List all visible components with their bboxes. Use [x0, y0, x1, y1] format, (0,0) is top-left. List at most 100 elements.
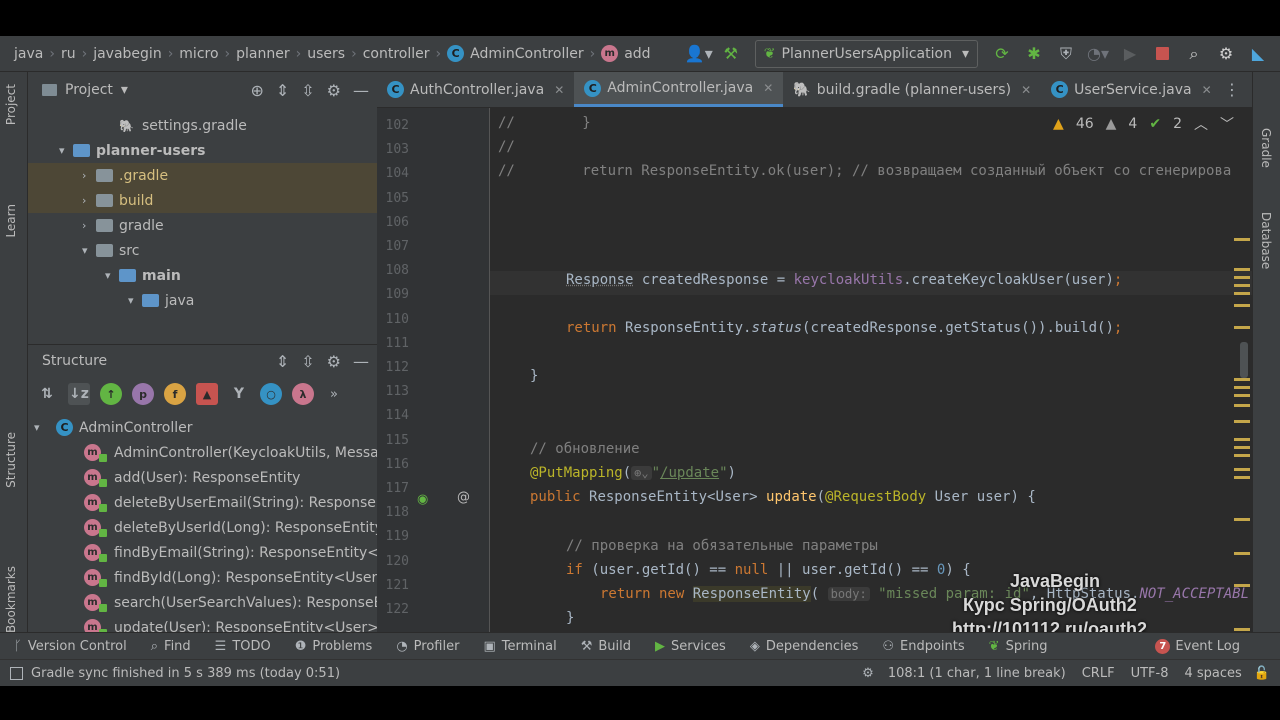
vertical-scrollbar[interactable]: [1240, 342, 1248, 378]
chevron-right-icon[interactable]: ›: [82, 169, 96, 182]
breadcrumb-admincontroller[interactable]: AdminController: [470, 46, 583, 62]
tool-todo[interactable]: ☰ TODO: [215, 639, 271, 654]
tool-endpoints[interactable]: ⚇ Endpoints: [882, 639, 964, 654]
breadcrumb-java[interactable]: java: [14, 46, 43, 62]
at-annotation-gutter-icon[interactable]: @: [457, 490, 470, 505]
locate-target-icon[interactable]: ⊕: [250, 81, 263, 100]
breadcrumb-javabegin[interactable]: javabegin: [93, 46, 161, 62]
breadcrumb-add[interactable]: add: [624, 46, 650, 62]
learn-side-tab[interactable]: Learn: [4, 204, 18, 238]
breadcrumb-controller[interactable]: controller: [363, 46, 430, 62]
project-tree-item[interactable]: 🐘 settings.gradle: [105, 113, 247, 138]
tool-build[interactable]: ⚒ Build: [581, 639, 631, 654]
rerun-icon[interactable]: ⟳: [988, 40, 1016, 68]
chevron-down-icon[interactable]: ▾: [82, 244, 96, 257]
status-message[interactable]: Gradle sync finished in 5 s 389 ms (toda…: [31, 666, 340, 681]
project-tree-item[interactable]: ▾ java: [128, 288, 194, 313]
project-tree-item[interactable]: › .gradle: [28, 163, 377, 188]
line-separator[interactable]: CRLF: [1082, 666, 1115, 681]
debug-bug-icon[interactable]: ✱: [1020, 40, 1048, 68]
breadcrumb-planner[interactable]: planner: [236, 46, 289, 62]
tool-profiler[interactable]: ◔ Profiler: [396, 639, 459, 654]
structure-member[interactable]: m deleteByUserId(Long): ResponseEntity: [84, 515, 377, 540]
search-icon[interactable]: ⌕: [1180, 40, 1208, 68]
tool-find[interactable]: ⌕ Find: [151, 639, 191, 654]
spring-endpoint-gutter-icon[interactable]: ◉: [417, 492, 428, 507]
collapse-all-icon[interactable]: ⇳: [301, 81, 314, 100]
anonymous-classes-icon[interactable]: ○: [260, 383, 282, 405]
expand-all-icon[interactable]: ⇕: [276, 352, 289, 371]
properties-icon[interactable]: p: [132, 383, 154, 405]
project-tree-item[interactable]: › gradle: [82, 213, 164, 238]
close-icon[interactable]: ✕: [554, 83, 564, 97]
panel-toggle-icon[interactable]: [10, 666, 23, 680]
non-public-lock-icon[interactable]: ▲: [196, 383, 218, 405]
sort-visibility-icon[interactable]: ⇅: [36, 383, 58, 405]
tool-version-control[interactable]: ᚴ Version Control: [14, 639, 127, 654]
gradle-side-tab[interactable]: Gradle: [1259, 128, 1273, 168]
chevron-right-icon[interactable]: ›: [82, 194, 96, 207]
close-icon[interactable]: ✕: [1021, 83, 1031, 97]
hide-panel-icon[interactable]: —: [353, 81, 369, 100]
code-editor[interactable]: ▲ 46 ▲ 4 ✔ 2 ︿ ﹀ // } // // return Response…: [490, 108, 1252, 668]
lock-icon[interactable]: 🔓: [1254, 666, 1270, 681]
structure-member[interactable]: m deleteByUserEmail(String): ResponseEnti…: [84, 490, 377, 515]
tool-spring[interactable]: ❦ Spring: [989, 639, 1048, 654]
tab-build-gradle[interactable]: 🐘 build.gradle (planner-users) ✕: [783, 72, 1041, 107]
chevron-down-icon[interactable]: ▾: [105, 269, 119, 282]
structure-member[interactable]: m AdminController(KeycloakUtils, MessageF: [84, 440, 377, 465]
file-encoding[interactable]: UTF-8: [1131, 666, 1169, 681]
structure-member[interactable]: m findById(Long): ResponseEntity<User>: [84, 565, 377, 590]
build-hammer-icon[interactable]: ⚒: [717, 40, 745, 68]
project-tree-item[interactable]: ▾ planner-users: [59, 138, 205, 163]
project-panel-title[interactable]: Project: [65, 82, 113, 98]
tool-services[interactable]: ▶ Services: [655, 639, 726, 654]
caret-position[interactable]: 108:1 (1 char, 1 line break): [888, 666, 1066, 681]
close-icon[interactable]: ✕: [1202, 83, 1212, 97]
user-icon[interactable]: 👤▾: [685, 40, 713, 68]
settings-gear-icon[interactable]: ⚙: [327, 352, 341, 371]
close-icon[interactable]: ✕: [763, 81, 773, 95]
project-tree-item[interactable]: › build: [28, 188, 377, 213]
structure-member[interactable]: m update(User): ResponseEntity<User>: [84, 615, 377, 632]
run-icon[interactable]: ▶: [1116, 40, 1144, 68]
chevron-down-icon[interactable]: ▾: [128, 294, 142, 307]
navigate-icon[interactable]: Y: [228, 383, 250, 405]
profile-icon[interactable]: ◔▾: [1084, 40, 1112, 68]
tab-authcontroller[interactable]: C AuthController.java ✕: [377, 72, 574, 107]
chevron-down-icon[interactable]: ﹀: [1220, 114, 1234, 134]
tab-userservice[interactable]: C UserService.java ✕: [1041, 72, 1222, 107]
chevron-down-icon[interactable]: ▾: [59, 144, 73, 157]
project-tree-item[interactable]: ▾ main: [105, 263, 181, 288]
tool-problems[interactable]: ❶ Problems: [295, 639, 373, 654]
sort-alpha-icon[interactable]: ↓z: [68, 383, 90, 405]
chevron-up-icon[interactable]: ︿: [1194, 114, 1208, 134]
indent-setting[interactable]: 4 spaces: [1184, 666, 1241, 681]
structure-class-row[interactable]: ▾ C AdminController: [34, 415, 192, 440]
breadcrumb-micro[interactable]: micro: [179, 46, 218, 62]
fields-icon[interactable]: f: [164, 383, 186, 405]
gradle-sync-icon[interactable]: ⚙: [862, 666, 874, 681]
inspection-widget[interactable]: ▲ 46 ▲ 4 ✔ 2 ︿ ﹀: [1053, 108, 1234, 140]
hide-panel-icon[interactable]: —: [353, 352, 369, 371]
settings-gear-icon[interactable]: ⚙: [1212, 40, 1240, 68]
settings-gear-icon[interactable]: ⚙: [327, 81, 341, 100]
tool-terminal[interactable]: ▣ Terminal: [483, 639, 556, 654]
tab-admincontroller[interactable]: C AdminController.java ✕: [574, 72, 784, 107]
project-tree-item[interactable]: ▾ src: [82, 238, 139, 263]
breadcrumb-ru[interactable]: ru: [61, 46, 76, 62]
tabs-menu-icon[interactable]: ⋮: [1224, 72, 1252, 107]
chevron-right-icon[interactable]: ›: [82, 219, 96, 232]
plugin-logo-icon[interactable]: ◣: [1244, 40, 1272, 68]
stop-icon[interactable]: [1148, 40, 1176, 68]
tool-dependencies[interactable]: ◈ Dependencies: [750, 639, 859, 654]
breadcrumb-users[interactable]: users: [307, 46, 345, 62]
structure-member[interactable]: m search(UserSearchValues): ResponseEntit: [84, 590, 377, 615]
structure-member[interactable]: m add(User): ResponseEntity: [84, 465, 300, 490]
project-side-tab[interactable]: Project: [4, 84, 18, 125]
run-configuration-select[interactable]: ❦ PlannerUsersApplication ▾: [754, 39, 978, 68]
chevron-down-icon[interactable]: ▾: [121, 82, 128, 98]
tool-event-log[interactable]: 7 Event Log: [1155, 638, 1240, 654]
more-icon[interactable]: »: [330, 387, 338, 402]
structure-side-tab[interactable]: Structure: [4, 432, 18, 488]
